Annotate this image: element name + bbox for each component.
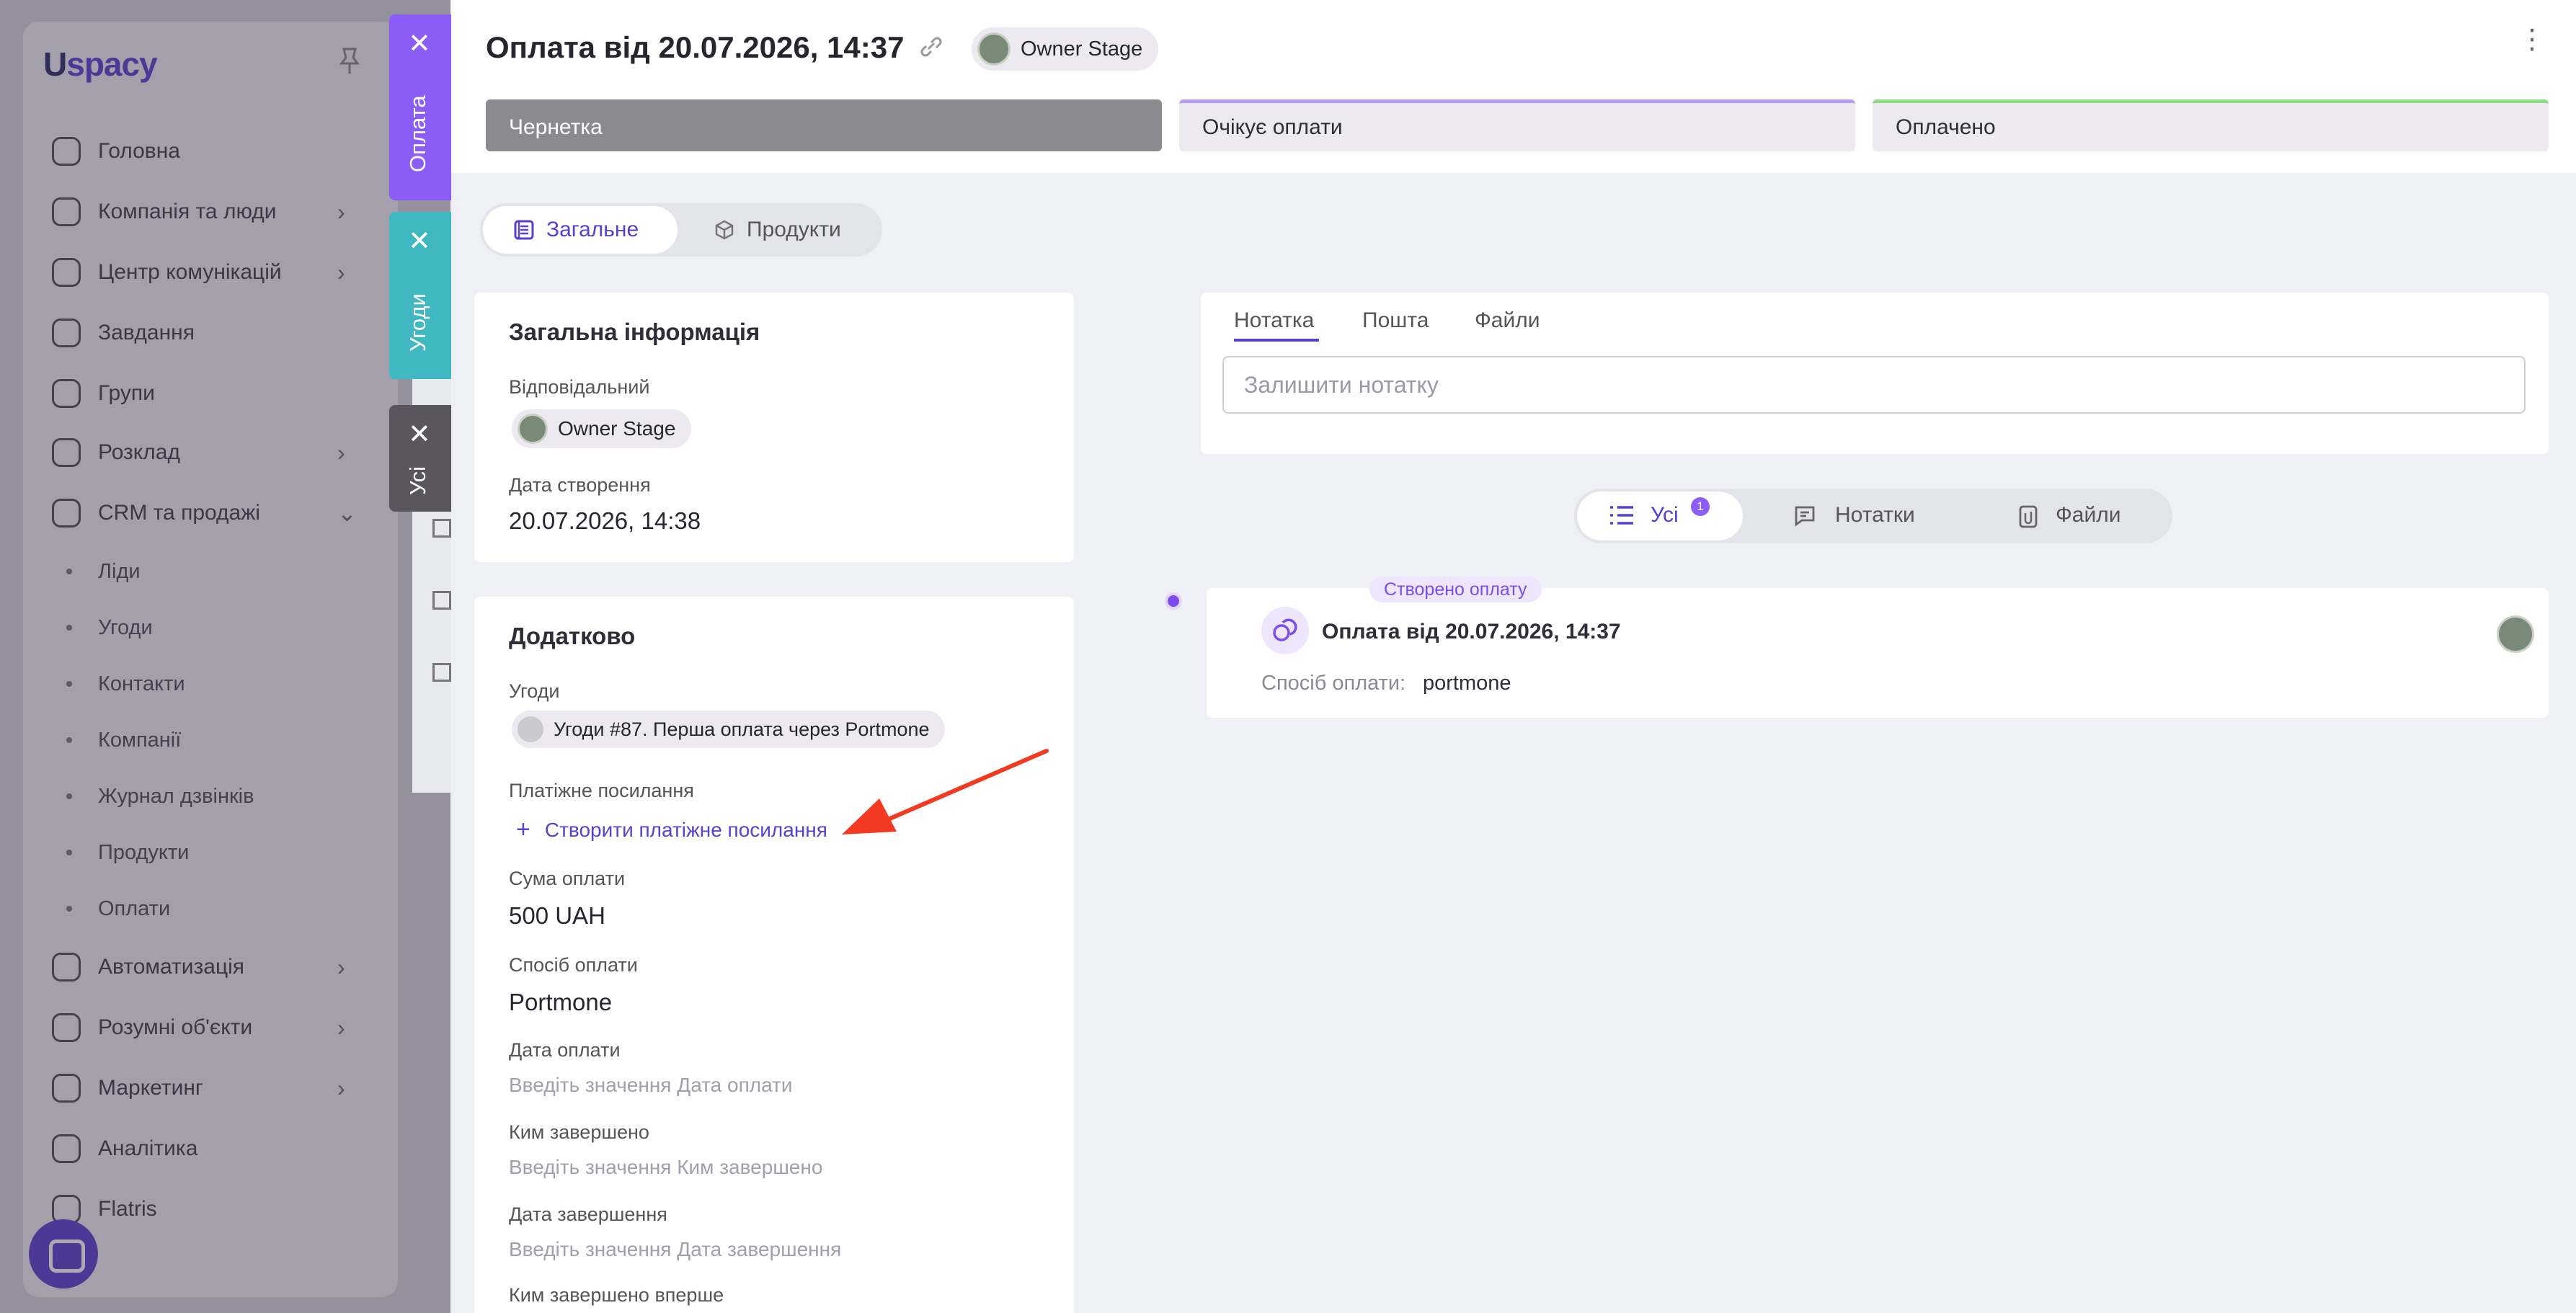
field-label: Ким завершено <box>509 1121 649 1143</box>
event-field-label: Спосіб оплати: <box>1261 672 1406 695</box>
file-icon[interactable] <box>2018 504 2038 529</box>
stage-awaiting[interactable]: Очікує оплати <box>1179 99 1855 151</box>
payment-date-input[interactable]: Введіть значення Дата оплати <box>509 1074 793 1097</box>
page-title: Оплата від 20.07.2026, 14:37 <box>486 30 905 64</box>
vtab-deals[interactable]: ✕ Угоди <box>389 212 451 379</box>
tab-label: Загальне <box>546 218 639 241</box>
box-icon <box>715 220 734 240</box>
vtab-label: Оплата <box>405 95 430 173</box>
completion-date-input[interactable]: Введіть значення Дата завершення <box>509 1238 841 1261</box>
vtab-payment[interactable]: ✕ Оплата <box>389 14 451 200</box>
tab-products[interactable]: Продукти <box>714 206 841 254</box>
sum-value[interactable]: 500 UAH <box>509 902 605 930</box>
link-label: Створити платіжне посилання <box>544 818 827 841</box>
plus-icon: + <box>516 816 530 843</box>
deal-icon <box>518 716 543 742</box>
tab-general[interactable]: Загальне <box>483 206 678 254</box>
vtab-label: Угоди <box>405 293 430 352</box>
field-label: Платіжне посилання <box>509 780 694 801</box>
event-badge: Створено оплату <box>1369 577 1542 602</box>
chip-label: Owner Stage <box>558 417 676 440</box>
filter-files[interactable]: Файли <box>2056 503 2121 528</box>
note-icon[interactable] <box>1793 504 1816 528</box>
stage-paid[interactable]: Оплачено <box>1873 99 2549 151</box>
close-icon[interactable]: ✕ <box>408 225 431 257</box>
chip-label: Угоди #87. Перша оплата через Portmone <box>554 718 930 740</box>
timeline-dot <box>1165 592 1182 610</box>
count-badge: 1 <box>1691 497 1710 516</box>
field-label: Дата оплати <box>509 1039 621 1061</box>
event-title[interactable]: Оплата від 20.07.2026, 14:37 <box>1322 620 1621 644</box>
avatar <box>2497 615 2534 653</box>
method-value[interactable]: Portmone <box>509 989 612 1016</box>
created-value: 20.07.2026, 14:38 <box>509 507 701 534</box>
section-title: Додатково <box>509 623 636 649</box>
filter-notes[interactable]: Нотатки <box>1835 503 1915 528</box>
list-icon <box>1609 504 1635 526</box>
avatar <box>977 32 1011 66</box>
owner-chip[interactable]: Owner Stage <box>972 27 1159 71</box>
owner-name: Owner Stage <box>1021 37 1143 61</box>
document-icon <box>514 220 534 240</box>
responsible-chip[interactable]: Owner Stage <box>512 409 692 448</box>
stage-label: Чернетка <box>509 115 603 139</box>
avatar <box>518 414 548 444</box>
section-title: Загальна інформація <box>509 319 760 345</box>
annotation-arrow <box>836 742 1060 843</box>
payment-icon <box>1261 607 1309 654</box>
tab-label: Продукти <box>747 218 841 241</box>
stage-label: Оплачено <box>1896 115 1996 139</box>
note-input[interactable]: Залишити нотатку <box>1222 356 2526 414</box>
more-icon[interactable]: ⋮ <box>2518 26 2546 63</box>
stage-label: Очікує оплати <box>1202 115 1343 139</box>
completed-by-input[interactable]: Введіть значення Ким завершено <box>509 1156 822 1179</box>
filter-all-label: Усі <box>1651 503 1679 527</box>
create-payment-link-button[interactable]: + Створити платіжне посилання <box>516 816 827 844</box>
field-label: Відповідальний <box>509 376 650 398</box>
event-card <box>1207 588 2549 718</box>
active-tab-indicator <box>1234 339 1319 342</box>
vtab-label: Усі <box>405 466 430 496</box>
field-label: Угоди <box>509 680 560 702</box>
vtab-all[interactable]: ✕ Усі <box>389 405 451 512</box>
field-label: Дата завершення <box>509 1203 667 1225</box>
stage-draft[interactable]: Чернетка <box>486 99 1162 151</box>
field-label: Спосіб оплати <box>509 954 638 976</box>
close-icon[interactable]: ✕ <box>408 418 431 450</box>
tab-files[interactable]: Файли <box>1475 308 1540 333</box>
placeholder: Залишити нотатку <box>1244 371 1439 398</box>
close-icon[interactable]: ✕ <box>408 27 431 60</box>
field-label: Ким завершено вперше <box>509 1284 724 1306</box>
event-field-value: portmone <box>1423 672 1511 695</box>
tab-mail[interactable]: Пошта <box>1362 308 1429 333</box>
overlay <box>0 0 450 1313</box>
field-label: Дата створення <box>509 474 651 496</box>
field-label: Сума оплати <box>509 868 626 889</box>
tab-note[interactable]: Нотатка <box>1234 308 1314 333</box>
link-icon[interactable] <box>917 36 946 58</box>
